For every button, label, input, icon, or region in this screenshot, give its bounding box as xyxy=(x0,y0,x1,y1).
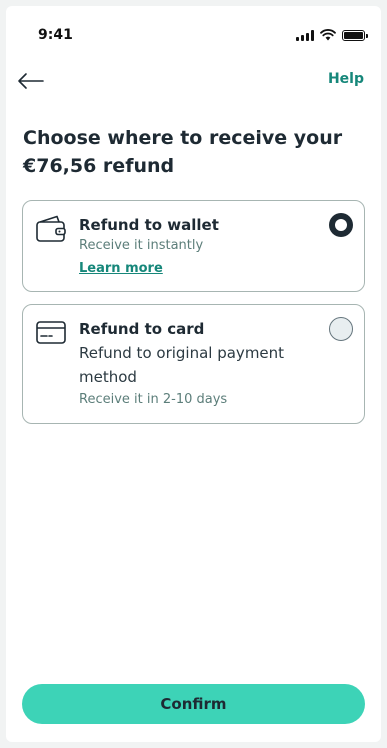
card-option-description: Refund to original payment method xyxy=(79,344,285,386)
page-title: Choose where to receive your €76,56 refu… xyxy=(23,127,343,177)
wallet-option-subtitle: Receive it instantly xyxy=(79,238,204,253)
phone-screen: 9:41 Help Choose where to receive your €… xyxy=(6,6,381,742)
learn-more-link[interactable]: Learn more xyxy=(79,259,163,279)
wallet-option-title: Refund to wallet xyxy=(79,216,219,234)
card-option-subtitle: Receive it in 2-10 days xyxy=(79,392,228,407)
wifi-icon xyxy=(320,29,336,41)
wallet-option-text: Refund to wallet Receive it instantly Le… xyxy=(79,215,309,279)
back-arrow-icon[interactable] xyxy=(16,68,46,94)
credit-card-icon xyxy=(36,321,66,344)
card-option-title: Refund to card xyxy=(79,320,205,338)
status-icons xyxy=(296,28,368,42)
card-option-text: Refund to card Refund to original paymen… xyxy=(79,319,309,411)
wallet-icon xyxy=(36,215,66,242)
status-bar: 9:41 xyxy=(6,6,381,56)
confirm-button[interactable]: Confirm xyxy=(22,684,365,724)
signal-icon xyxy=(296,29,314,41)
wallet-radio-selected[interactable] xyxy=(329,213,353,237)
refund-option-wallet[interactable]: Refund to wallet Receive it instantly Le… xyxy=(22,200,365,292)
card-radio-unselected[interactable] xyxy=(329,317,353,341)
status-time: 9:41 xyxy=(38,27,73,43)
refund-option-card[interactable]: Refund to card Refund to original paymen… xyxy=(22,304,365,424)
battery-icon xyxy=(342,29,368,41)
help-link[interactable]: Help xyxy=(328,71,364,87)
